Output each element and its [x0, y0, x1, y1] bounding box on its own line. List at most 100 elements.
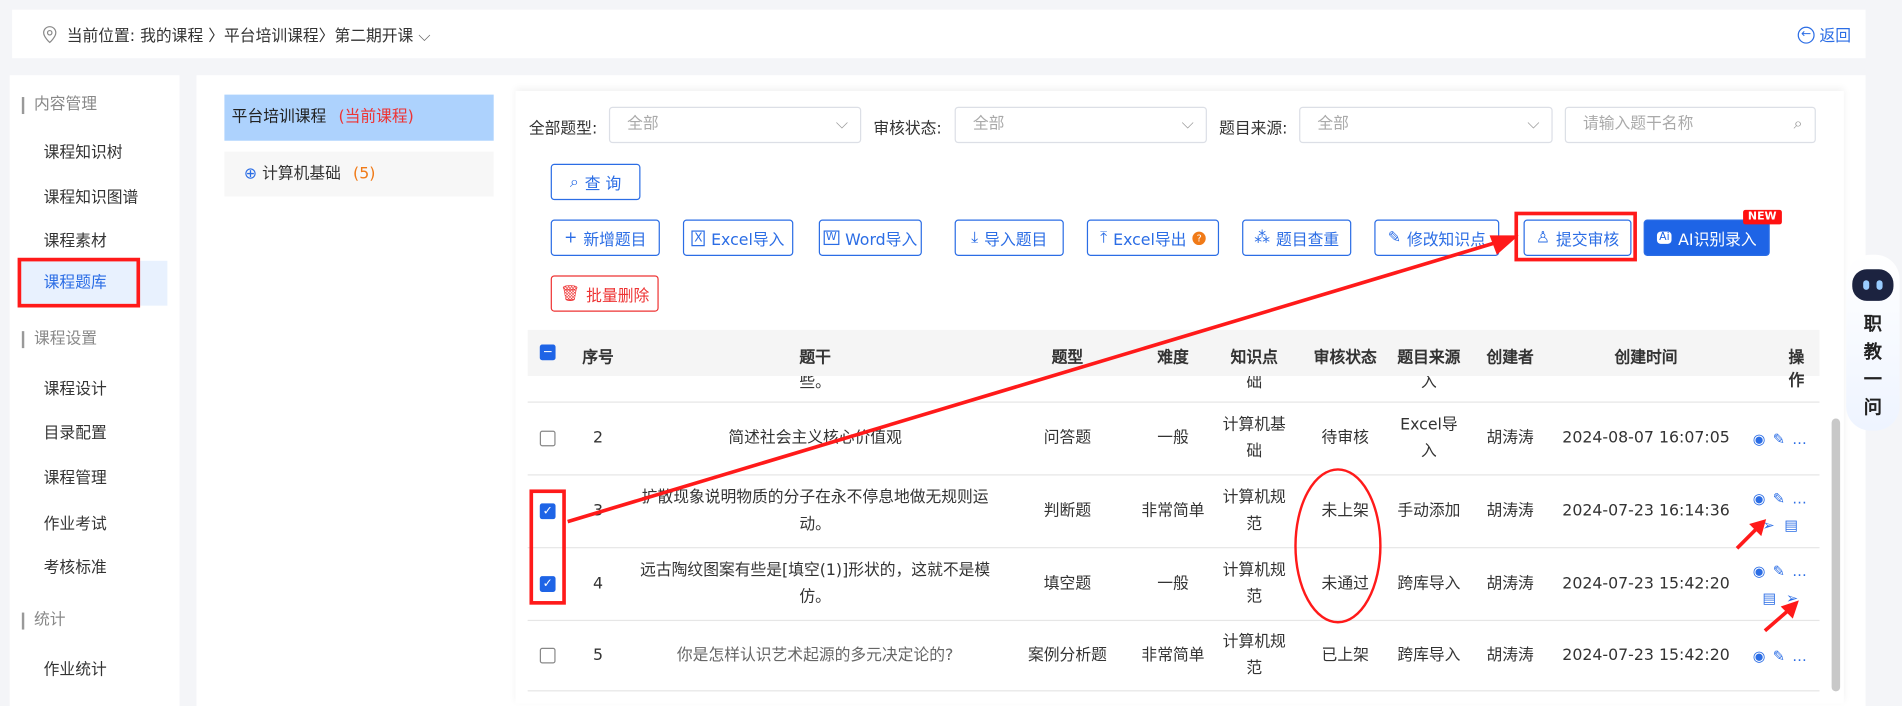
edit-icon[interactable]: ✎ [1773, 430, 1785, 447]
batch-delete-label: 批量删除 [586, 286, 650, 306]
row-checkbox[interactable] [539, 430, 556, 446]
row-actions: ◉ ✎ … [1753, 642, 1820, 669]
sidebar-item-question-bank[interactable]: 课程题库 [18, 260, 168, 306]
batch-delete-button[interactable]: 🗑 批量删除 [550, 275, 659, 312]
cell-time: 2024-07-23 15:42:20 [1562, 645, 1730, 665]
edit-icon[interactable]: ✎ [1773, 489, 1785, 506]
cell-status: 未上架 [1321, 501, 1369, 520]
view-icon[interactable]: ◉ [1753, 562, 1766, 579]
crumb-course[interactable]: 平台培训课程 [224, 27, 319, 45]
row-checkbox[interactable] [539, 647, 556, 663]
view-icon[interactable]: ◉ [1753, 489, 1766, 506]
sidebar-item-catalog[interactable]: 目录配置 [44, 420, 107, 443]
crumb-term[interactable]: 第二期开课 [334, 27, 413, 45]
status-filter-label: 审核状态: [873, 120, 942, 139]
user-icon: ♙ [1535, 228, 1550, 247]
back-icon: ← [1797, 26, 1815, 44]
plus-icon: + [564, 228, 578, 247]
duplicate-check-button[interactable]: ⁂ 题目查重 [1242, 219, 1352, 256]
doc-icon[interactable]: ▤ [1784, 516, 1798, 533]
help-icon[interactable]: ? [1192, 231, 1206, 245]
sidebar-group-stats: 统计 [21, 612, 66, 630]
query-button[interactable]: ⌕ 查 询 [550, 163, 641, 201]
sidebar-item-design[interactable]: 课程设计 [44, 376, 107, 399]
submit-review-button[interactable]: ♙ 提交审核 [1523, 219, 1632, 256]
ai-label: AI识别录入 [1678, 231, 1757, 250]
send-icon[interactable]: ➢ [1786, 589, 1798, 606]
tree-node-label: 计算机基础 [262, 164, 341, 184]
more-icon[interactable]: … [1792, 562, 1807, 579]
excel-import-button[interactable]: X Excel导入 [682, 219, 794, 256]
status-select-value: 全部 [972, 115, 1005, 134]
tree-node[interactable]: ⊕ 计算机基础 (5) [224, 151, 494, 197]
row-checkbox[interactable]: ✓ [539, 575, 556, 592]
view-icon[interactable]: ◉ [1753, 430, 1766, 447]
search-input[interactable]: 请输入题干名称 ⌕ [1564, 106, 1816, 144]
cell-creator: 胡涛涛 [1486, 645, 1534, 665]
sidebar-item-materials[interactable]: 课程素材 [44, 228, 107, 251]
send-icon[interactable]: ➢ [1762, 516, 1774, 533]
view-icon[interactable]: ◉ [1753, 647, 1766, 664]
edit-knowledge-button[interactable]: ✎ 修改知识点 [1374, 219, 1500, 256]
breadcrumb-bar: 当前位置: 我的课程 〉平台培训课程〉第二期开课 ⌵ ← 返回 [12, 9, 1866, 59]
sidebar-group-content: 内容管理 [21, 96, 97, 115]
table-row-partial: 些。 础 入 [527, 376, 1820, 403]
tree-title: 平台培训课程 [231, 107, 327, 127]
crumb-my-courses[interactable]: 我的课程 [140, 27, 203, 45]
sidebar-item-knowledge-graph[interactable]: 课程知识图谱 [44, 184, 139, 207]
excel-export-button[interactable]: ⤒ Excel导出? [1086, 219, 1220, 256]
sidebar-item-assessment[interactable]: 考核标准 [44, 554, 107, 577]
back-button[interactable]: ← 返回 [1797, 23, 1851, 46]
select-all-checkbox[interactable]: − [539, 344, 556, 361]
chevron-down-icon[interactable]: ⌵ [418, 27, 430, 45]
edit-icon[interactable]: ✎ [1773, 562, 1785, 579]
cell-source: 跨库导入 [1397, 574, 1461, 593]
add-question-button[interactable]: + 新增题目 [550, 219, 660, 256]
sidebar-item-homework-stats[interactable]: 作业统计 [44, 656, 107, 679]
sidebar-item-knowledge-tree[interactable]: 课程知识树 [44, 139, 123, 162]
doc-icon[interactable]: ▤ [1762, 589, 1776, 606]
more-icon[interactable]: … [1792, 430, 1807, 447]
column-header: 创建时间 [1614, 349, 1678, 368]
sidebar: 内容管理 课程知识树 课程知识图谱 课程素材 课程题库 课程设置 课程设计 目录… [9, 75, 180, 706]
column-header: 序号 [582, 349, 614, 368]
cell-type: 判断题 [1043, 501, 1092, 520]
tree-root[interactable]: 平台培训课程 (当前课程) [224, 94, 494, 141]
status-select[interactable]: 全部 ⌵ [954, 106, 1207, 144]
more-icon[interactable]: … [1792, 489, 1807, 506]
import-question-button[interactable]: ⤓ 导入题目 [954, 219, 1064, 256]
source-select[interactable]: 全部 ⌵ [1299, 106, 1553, 144]
robot-icon [1852, 269, 1894, 301]
excel-icon: X [691, 229, 705, 246]
ai-import-button[interactable]: Ai AI识别录入 [1643, 219, 1770, 256]
type-select[interactable]: 全部 ⌵ [608, 106, 862, 144]
import-label: 导入题目 [984, 231, 1048, 250]
edit-icon[interactable]: ✎ [1773, 647, 1785, 664]
word-import-button[interactable]: W Word导入 [818, 219, 922, 256]
row-checkbox[interactable]: ✓ [539, 502, 556, 519]
word-icon: W [823, 230, 840, 246]
assistant-widget[interactable]: 职教一问 [1846, 254, 1900, 431]
row-actions: ◉ ✎ … ➢ ▤ [1753, 485, 1820, 538]
sidebar-item-management[interactable]: 课程管理 [44, 465, 107, 487]
expand-icon[interactable]: ⊕ [244, 165, 257, 183]
excel-import-label: Excel导入 [711, 231, 785, 250]
cell-time: 2024-08-07 16:07:05 [1562, 428, 1730, 447]
table-scrollbar[interactable] [1831, 418, 1841, 692]
search-placeholder: 请输入题干名称 [1582, 115, 1694, 134]
cell-stem: 简述社会主义核心价值观 [728, 428, 902, 447]
sidebar-group-settings: 课程设置 [21, 331, 97, 349]
cell-kp: 计算机基础 [1222, 415, 1286, 461]
cell-stem: 些。 [799, 376, 831, 392]
cell-type: 问答题 [1043, 428, 1092, 447]
new-badge: NEW [1743, 209, 1782, 225]
cell-kp: 计算机规范 [1222, 632, 1286, 678]
assistant-label: 职教一问 [1863, 312, 1882, 419]
sidebar-item-homework[interactable]: 作业考试 [44, 511, 107, 534]
type-select-value: 全部 [627, 115, 659, 134]
cell-source: 入 [1421, 376, 1437, 392]
column-header: 难度 [1157, 349, 1189, 368]
cell-status: 已上架 [1321, 645, 1369, 665]
trash-icon: 🗑 [560, 284, 581, 303]
more-icon[interactable]: … [1792, 647, 1807, 664]
